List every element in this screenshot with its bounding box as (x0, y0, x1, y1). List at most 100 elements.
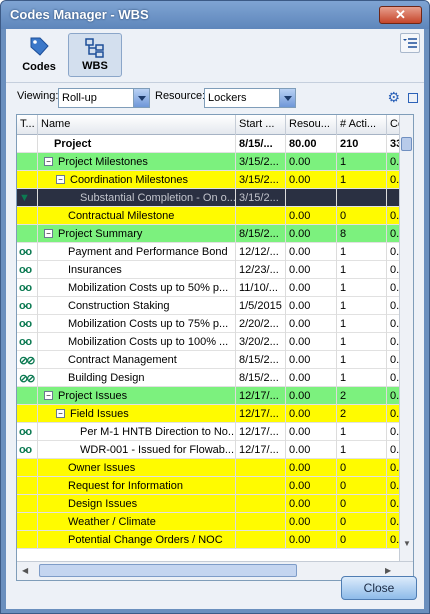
activities-cell: 0 (337, 531, 387, 549)
type-cell (17, 459, 38, 477)
table-row[interactable]: o-o Mobilization Costs up to 100% ... 3/20… (17, 333, 400, 351)
name-cell: Substantial Completion - On o... (38, 189, 236, 207)
viewing-select[interactable]: Roll-up (58, 88, 150, 108)
table-row[interactable]: Weather / Climate0.0000.0 (17, 513, 400, 531)
resource-cell: 0.00 (286, 315, 337, 333)
table-row[interactable]: ▼ Substantial Completion - On o... 3/15/2.… (17, 189, 400, 207)
chevron-down-icon[interactable] (133, 89, 149, 107)
wbs-tab-button[interactable]: WBS (68, 33, 122, 77)
table-row[interactable]: ⊘⊘Contract Management8/15/2...0.0010.0 (17, 351, 400, 369)
row-name: Per M-1 HNTB Direction to No... (80, 426, 236, 438)
type-cell (17, 387, 38, 405)
start-cell: 12/23/... (236, 261, 286, 279)
resource-cell: 0.00 (286, 531, 337, 549)
horizontal-scroll-thumb[interactable] (39, 564, 297, 577)
scroll-down-icon[interactable]: ▼ (403, 539, 411, 548)
row-name: Owner Issues (68, 462, 136, 474)
table-row[interactable]: o-o WDR-001 - Issued for Flowab... 12/17/.… (17, 441, 400, 459)
row-name: Substantial Completion - On o... (80, 192, 236, 204)
type-cell (17, 513, 38, 531)
table-row[interactable]: Potential Change Orders / NOC0.0000.0 (17, 531, 400, 549)
table-row[interactable]: Design Issues0.0000.0 (17, 495, 400, 513)
table-row[interactable]: −Project Issues12/17/...0.0020.0 (17, 387, 400, 405)
start-cell: 12/17/... (236, 423, 286, 441)
type-cell: o-o (17, 423, 38, 441)
row-name: Contractual Milestone (68, 210, 175, 222)
table-row[interactable]: −Project Summary8/15/2...0.0080.0 (17, 225, 400, 243)
collapse-toggle[interactable]: − (44, 157, 53, 166)
hierarchy-icon (85, 38, 104, 58)
collapse-toggle[interactable]: − (56, 409, 65, 418)
codes-tab-button[interactable]: Codes (12, 33, 66, 77)
table-row[interactable]: − Coordination Milestones 3/15/2... 0.00 1 0.… (17, 171, 400, 189)
name-cell: Construction Staking (38, 297, 236, 315)
column-header-resource[interactable]: Resou... (286, 115, 337, 135)
type-cell (17, 225, 38, 243)
column-header-name[interactable]: Name (38, 115, 236, 135)
resource-cell: 0.00 (286, 153, 337, 171)
table-row[interactable]: Contractual Milestone0.0000.0 (17, 207, 400, 225)
scroll-right-icon[interactable]: ▶ (385, 566, 391, 575)
table-row[interactable]: −Field Issues12/17/...0.0020.0 (17, 405, 400, 423)
type-cell: ▼ (17, 189, 38, 207)
row-name: Payment and Performance Bond (68, 246, 228, 258)
start-cell: 2/20/2... (236, 315, 286, 333)
dialog-body: Codes WBS Viewing: Roll-up Resource: Loc… (6, 29, 424, 609)
row-name: Project Issues (58, 390, 128, 402)
name-cell: Building Design (38, 369, 236, 387)
close-button[interactable]: Close (341, 576, 417, 600)
table-row[interactable]: ⊘⊘Building Design8/15/2...0.0010.0 (17, 369, 400, 387)
row-name: Mobilization Costs up to 100% ... (68, 336, 229, 348)
start-cell: 8/15/2... (236, 351, 286, 369)
table-row[interactable]: o-o Mobilization Costs up to 75% p... 2/20… (17, 315, 400, 333)
collapse-toggle[interactable]: − (44, 229, 53, 238)
row-name: Project Milestones (58, 156, 148, 168)
table-row[interactable]: −Project Milestones3/15/2...0.0010.0 (17, 153, 400, 171)
activities-cell: 1 (337, 297, 387, 315)
title-bar[interactable]: Codes Manager - WBS ✕ (1, 1, 429, 29)
activities-cell: 2 (337, 405, 387, 423)
table-row[interactable]: Owner Issues0.0000.0 (17, 459, 400, 477)
type-cell: o-o (17, 279, 38, 297)
resource-cell: 0.00 (286, 333, 337, 351)
start-cell (236, 495, 286, 513)
row-name: Building Design (68, 372, 145, 384)
collapse-toggle[interactable]: − (44, 391, 53, 400)
name-cell: WDR-001 - Issued for Flowab... (38, 441, 236, 459)
chevron-down-icon[interactable] (279, 89, 295, 107)
column-header-type[interactable]: T... (17, 115, 38, 135)
type-cell (17, 405, 38, 423)
name-cell: − Project Summary (38, 225, 236, 243)
options-menu-button[interactable] (400, 33, 420, 53)
resource-select[interactable]: Lockers (204, 88, 296, 108)
start-cell (236, 477, 286, 495)
table-row[interactable]: Request for Information0.0000.0 (17, 477, 400, 495)
gear-icon[interactable]: ⚙ (387, 89, 400, 106)
collapse-toggle[interactable]: − (56, 175, 65, 184)
scroll-left-icon[interactable]: ◀ (22, 566, 28, 575)
wbs-label: WBS (82, 60, 108, 72)
list-menu-icon (403, 38, 417, 48)
name-cell: Contractual Milestone (38, 207, 236, 225)
table-row[interactable]: o-o Per M-1 HNTB Direction to No... 12/17/… (17, 423, 400, 441)
table-row[interactable]: Project8/15/...80.0021033 (17, 135, 400, 153)
column-header-activities[interactable]: # Acti... (337, 115, 387, 135)
window-close-button[interactable]: ✕ (379, 6, 422, 24)
vertical-scrollbar[interactable]: ▼ (399, 115, 413, 561)
table-row[interactable]: o-oInsurances12/23/...0.0010.0 (17, 261, 400, 279)
column-header-start[interactable]: Start ... (236, 115, 286, 135)
resource-cell: 0.00 (286, 423, 337, 441)
type-cell: o-o (17, 315, 38, 333)
activities-cell: 1 (337, 369, 387, 387)
popout-icon[interactable] (408, 93, 418, 103)
table-row[interactable]: o-o Payment and Performance Bond 12/12/...… (17, 243, 400, 261)
name-cell: Mobilization Costs up to 75% p... (38, 315, 236, 333)
activities-cell: 1 (337, 333, 387, 351)
name-cell: Per M-1 HNTB Direction to No... (38, 423, 236, 441)
activities-cell: 0 (337, 459, 387, 477)
row-name: Design Issues (68, 498, 138, 510)
table-row[interactable]: o-oConstruction Staking1/5/20150.0010.0 (17, 297, 400, 315)
table-row[interactable]: o-o Mobilization Costs up to 50% p... 11/1… (17, 279, 400, 297)
vertical-scroll-thumb[interactable] (401, 137, 412, 151)
viewing-label: Viewing: (17, 90, 59, 102)
